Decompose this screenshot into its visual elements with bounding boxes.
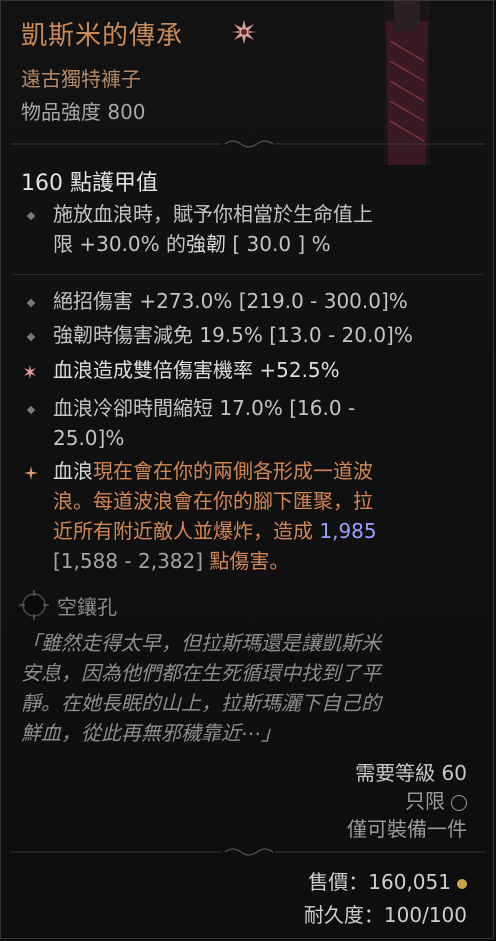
flavor-text: 「雖然走得太早，但拉斯瑪還是讓凱斯米 安息，因為他們都在生死循環中找到了平 靜。… bbox=[21, 631, 381, 745]
affix-row: 血浪造成雙倍傷害機率 +52.5% bbox=[53, 358, 340, 382]
divider bbox=[11, 140, 485, 148]
affix-row: 血浪冷卻時間縮短 17.0% [16.0 - 25.0]% bbox=[53, 396, 356, 450]
affix-row: 絕招傷害 +273.0% [219.0 - 300.0]% bbox=[53, 289, 408, 313]
divider bbox=[11, 848, 485, 856]
item-tooltip: 凱斯米的傳承 遠古獨特褲子 物品強度 800 160 點護甲值 施放血浪時，賦予… bbox=[0, 0, 494, 939]
diamond-bullet-icon bbox=[25, 210, 37, 222]
diamond-bullet-icon bbox=[25, 297, 37, 309]
unique-bullet-icon bbox=[24, 466, 38, 480]
tooltip-header: 凱斯米的傳承 遠古獨特褲子 物品強度 800 bbox=[1, 1, 493, 165]
item-power: 物品強度 800 bbox=[21, 100, 146, 124]
sell-price: 售價：160,051 bbox=[308, 866, 467, 895]
affix-separator bbox=[13, 274, 483, 275]
required-level: 需要等級 60 bbox=[355, 761, 467, 785]
unique-power: 血浪現在會在你的兩側各形成一道波 浪。每道波浪會在你的腳下匯聚，拉 近所有附近敵… bbox=[53, 459, 377, 573]
gold-coin-icon bbox=[457, 878, 467, 889]
item-name: 凱斯米的傳承 bbox=[21, 21, 184, 51]
starburst-bullet-icon bbox=[24, 365, 36, 379]
affix-row: 強韌時傷害減免 19.5% [13.0 - 20.0]% bbox=[53, 323, 413, 347]
durability: 耐久度：100/100 bbox=[303, 903, 467, 927]
class-restriction: 只限 bbox=[405, 785, 467, 814]
diamond-bullet-icon bbox=[25, 404, 37, 416]
item-type: 遠古獨特褲子 bbox=[21, 67, 141, 91]
equip-limit: 僅可裝備一件 bbox=[347, 817, 467, 841]
armor-value: 160 點護甲值 bbox=[21, 171, 158, 196]
class-icon bbox=[451, 794, 467, 811]
unique-star-icon bbox=[231, 19, 257, 45]
implicit-affix: 施放血浪時，賦予你相當於生命值上 限 +30.0% 的強韌 [ 30.0 ] % bbox=[53, 202, 373, 256]
diamond-bullet-icon bbox=[25, 331, 37, 343]
socket-label: 空鑲孔 bbox=[57, 595, 117, 619]
socket-icon bbox=[19, 590, 49, 620]
